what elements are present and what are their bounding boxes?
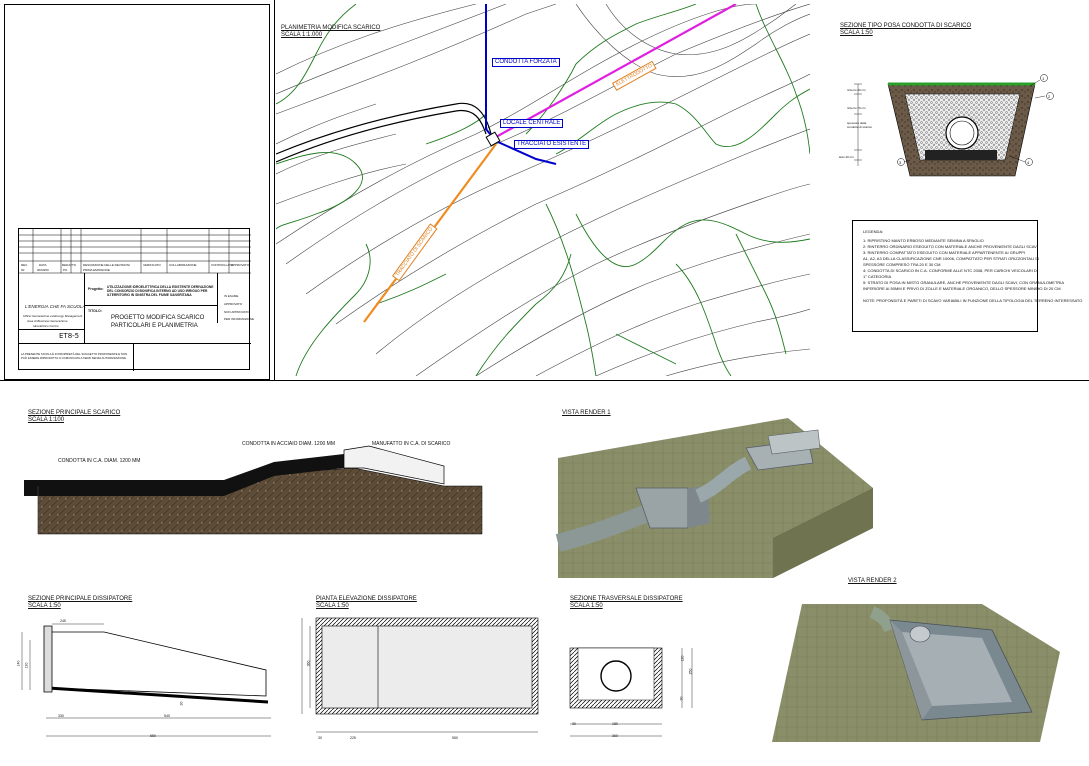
project-label: Progetto:	[88, 287, 104, 291]
legend-note: NOTE: PROFONDITÀ E PARETI DI SCAVO VARIA…	[863, 298, 1083, 303]
dim-rinterro-20: rinterro 20 cm	[847, 88, 866, 92]
label-tracciato-esistente: TRACCIATO ESISTENTE	[514, 140, 590, 149]
dim-540: 540	[164, 714, 170, 718]
dis-plan-title: PIANTA ELEVAZIONE DISSIPATORE	[316, 596, 417, 602]
code-box: ET8-5	[19, 329, 85, 343]
rev-header-collaborazione: COLLABORAZIONE	[169, 263, 197, 267]
option-informazione: PER INFORMAZIONE	[224, 317, 255, 321]
dim-360: 360	[306, 660, 311, 667]
plan-panel: PLANIMETRIA MODIFICA SCARICO SCALA 1:1.0…	[276, 4, 810, 376]
dis-trasv-scale: SCALA 1:50	[570, 603, 603, 609]
dim-trasv-360: 360	[612, 734, 618, 738]
render-view-1	[555, 418, 873, 578]
rev-header-approvato: APPROVATO	[231, 263, 250, 267]
dim-trasv-180: 180	[612, 722, 618, 726]
footer-divider	[19, 343, 251, 344]
section-main-scale: SCALA 1:100	[28, 417, 65, 423]
plan-scale: SCALA 1:1.000	[281, 32, 323, 38]
section-tipo-scale: SCALA 1:50	[840, 30, 873, 36]
dim-30: 30	[179, 701, 184, 706]
drawing-code: ET8-5	[59, 332, 80, 340]
plan-title: PLANIMETRIA MODIFICA SCARICO	[281, 25, 381, 31]
option-non-approvato: NON APPROVATO	[224, 310, 250, 314]
dim-spessore: spessore della condotta di scarico	[847, 121, 873, 129]
dim-trasv-30b: 30	[679, 696, 684, 701]
render1-title: VISTA RENDER 1	[562, 410, 611, 416]
dissipator-plan-drawing	[301, 617, 539, 733]
dim-letto-20: letto 20 cm	[839, 155, 854, 159]
dim-140: 140	[16, 660, 21, 667]
section-main-title: SEZIONE PRINCIPALE SCARICO	[28, 410, 121, 416]
dim-245: 245	[60, 619, 66, 623]
title-block: REV. DATA REDATTO DESCRIZIONE DELLE REVI…	[18, 228, 255, 371]
callout-4: 4	[1027, 160, 1030, 165]
title-divider	[85, 305, 217, 306]
dim-330: 330	[58, 714, 64, 718]
company-name: L'ENERGIA CHE FA SCUOLA	[25, 304, 86, 309]
render-view-2	[772, 604, 1060, 742]
rev-header-controllato: CONTROLLATO	[211, 263, 234, 267]
callout-1: 1	[1042, 76, 1045, 81]
render2-title: VISTA RENDER 2	[848, 578, 897, 584]
legend-item: INFERIORE AI 50MM E PRIVO DI ZOLLE E MAT…	[863, 286, 1061, 291]
legend: LEGENDA: 1: RIPRISTINO MANTO ERBOSO MEDI…	[852, 220, 1083, 332]
dis-trasv-title: SEZIONE TRASVERSALE DISSIPATORE	[570, 596, 683, 602]
dim-trasv-30: 30	[572, 722, 576, 726]
dim-rinterro-70: rinterro 70 cm	[847, 106, 866, 110]
legend-title: LEGENDA:	[863, 229, 884, 234]
rev-header-verificato: VERIFICATO	[143, 263, 161, 267]
sheet-divider-vertical	[274, 0, 275, 380]
section-tipo-title: SEZIONE TIPO POSA CONDOTTA DI SCARICO	[840, 23, 972, 29]
callout-2: 2	[1048, 94, 1051, 99]
label-condotta-forzata: CONDOTTA FORZATA	[492, 58, 560, 67]
dim-650: 650	[150, 734, 156, 738]
rev-row-descrizione: PRIMA EMISSIONE	[83, 268, 110, 272]
dim-trasv-250: 250	[688, 668, 693, 675]
trench-section	[854, 74, 1054, 177]
sheet-divider-horizontal	[0, 380, 1089, 381]
dis-section-title: SEZIONE PRINCIPALE DISSIPATORE	[28, 596, 133, 602]
project-text: UTILIZZAZIONE IDROELETTRICA DELLA ESISTE…	[107, 285, 214, 298]
callout-3: 3	[899, 160, 902, 165]
main-section-drawing	[24, 445, 483, 535]
label-locale-centrale: LOCALE CENTRALE	[500, 119, 564, 128]
power-station-marker	[485, 131, 501, 147]
footer-note: LA PRESENTE TAVOLA È DI PROPRIETÀ DEL SO…	[21, 352, 128, 360]
option-approvato: APPROVATO	[224, 302, 243, 306]
dis-plan-scale: SCALA 1:50	[316, 603, 349, 609]
dim-120: 120	[24, 662, 29, 669]
dim-trasv-120: 120	[680, 655, 685, 662]
drawing-title-line2: PARTICOLARI E PLANIMETRIA	[111, 323, 198, 329]
dim-550: 550	[452, 736, 458, 740]
dis-section-scale: SCALA 1:50	[28, 603, 61, 609]
option-in-esame: IN ESAME	[224, 294, 239, 298]
dissipator-section-drawing	[21, 623, 271, 737]
dim-30-plan: 30	[318, 736, 322, 740]
title-label: TITOLO:	[88, 309, 102, 313]
title-options-box: IN ESAME APPROVATO NON APPROVATO PER INF…	[217, 273, 255, 323]
footer-note-divider	[133, 343, 134, 371]
drawing-title-line1: PROGETTO MODIFICA SCARICO	[111, 315, 205, 321]
dim-225: 225	[350, 736, 356, 740]
